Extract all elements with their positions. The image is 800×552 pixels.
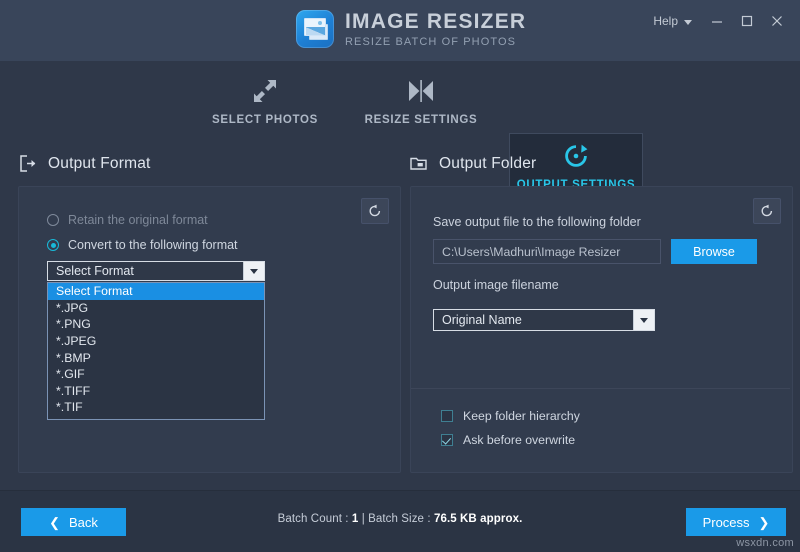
dropdown-item[interactable]: *.BMP (48, 349, 264, 366)
help-menu[interactable]: Help (643, 10, 702, 32)
dropdown-item[interactable]: *.TIFF (48, 383, 264, 400)
checkbox-ask-before-overwrite[interactable]: Ask before overwrite (441, 433, 575, 447)
checkbox-indicator (441, 434, 453, 446)
checkbox-keep-folder-hierarchy[interactable]: Keep folder hierarchy (441, 409, 580, 423)
output-filename-label: Output image filename (433, 278, 559, 292)
dropdown-item[interactable]: *.PNG (48, 316, 264, 333)
title-bar: IMAGE RESIZER RESIZE BATCH OF PHOTOS Hel… (0, 0, 800, 62)
format-dropdown-list[interactable]: Select Format *.JPG *.PNG *.JPEG *.BMP *… (47, 282, 265, 420)
ask-before-overwrite-label: Ask before overwrite (463, 433, 575, 447)
dropdown-item[interactable]: *.TIF (48, 399, 264, 416)
tab-select-photos[interactable]: SELECT PHOTOS (195, 69, 335, 136)
browse-button[interactable]: Browse (671, 239, 757, 264)
output-folder-title: Output Folder (439, 155, 536, 173)
output-folder-path-input[interactable]: C:\Users\Madhuri\Image Resizer (433, 239, 661, 264)
radio-convert-label: Convert to the following format (68, 238, 238, 252)
batch-separator: | (362, 513, 365, 525)
image-resizer-app-icon (296, 10, 334, 48)
reset-output-format-button[interactable] (361, 198, 389, 224)
export-icon (18, 154, 37, 173)
tab-resize-settings[interactable]: RESIZE SETTINGS (351, 69, 491, 136)
output-format-title: Output Format (48, 155, 151, 173)
batch-size-label: Batch Size : (368, 513, 431, 525)
watermark: wsxdn.com (736, 537, 794, 549)
panel-divider (411, 388, 790, 389)
tab-bar: SELECT PHOTOS RESIZE SETTINGS OUTPUT (0, 61, 800, 144)
tab-select-photos-label: SELECT PHOTOS (212, 114, 318, 126)
output-folder-panel: Save output file to the following folder… (410, 186, 793, 473)
window-controls: Help (643, 8, 792, 34)
reset-icon (760, 204, 774, 218)
keep-folder-hierarchy-label: Keep folder hierarchy (463, 409, 580, 423)
batch-status: Batch Count : 1 | Batch Size : 76.5 KB a… (0, 513, 800, 525)
tab-resize-settings-label: RESIZE SETTINGS (365, 114, 478, 126)
output-folder-header: Output Folder (409, 154, 536, 173)
reset-output-folder-button[interactable] (753, 198, 781, 224)
minimize-icon[interactable] (702, 8, 732, 34)
dropdown-item[interactable]: *.GIF (48, 366, 264, 383)
maximize-icon[interactable] (732, 8, 762, 34)
dropdown-item[interactable]: Select Format (48, 283, 264, 300)
help-label: Help (653, 14, 678, 28)
output-format-header: Output Format (18, 154, 151, 173)
format-select-combobox[interactable]: Select Format (47, 261, 265, 281)
batch-count-label: Batch Count : (278, 513, 349, 525)
dropdown-item[interactable]: *.JPEG (48, 333, 264, 350)
brand: IMAGE RESIZER RESIZE BATCH OF PHOTOS (296, 10, 526, 48)
checkbox-indicator (441, 410, 453, 422)
folder-icon (409, 154, 428, 173)
dropdown-item[interactable]: *.JPG (48, 300, 264, 317)
chevron-down-icon (684, 20, 692, 25)
output-format-panel: Retain the original format Convert to th… (18, 186, 401, 473)
expand-arrows-icon (252, 75, 278, 107)
reset-icon (368, 204, 382, 218)
image-resizer-window: IMAGE RESIZER RESIZE BATCH OF PHOTOS Hel… (0, 0, 800, 551)
chevron-down-icon[interactable] (633, 310, 654, 330)
radio-convert-to-format[interactable]: Convert to the following format (47, 238, 238, 252)
browse-label: Browse (693, 245, 735, 259)
format-select-value: Select Format (48, 264, 243, 278)
output-filename-combobox[interactable]: Original Name (433, 309, 655, 331)
radio-indicator (47, 214, 59, 226)
radio-retain-label: Retain the original format (68, 213, 208, 227)
refresh-circle-icon (563, 140, 589, 172)
app-subtitle: RESIZE BATCH OF PHOTOS (345, 37, 526, 48)
save-folder-label: Save output file to the following folder (433, 215, 641, 229)
resize-collapse-icon (407, 75, 435, 107)
app-title: IMAGE RESIZER (345, 11, 526, 32)
radio-retain-original-format[interactable]: Retain the original format (47, 213, 208, 227)
output-folder-path-value: C:\Users\Madhuri\Image Resizer (442, 245, 620, 259)
close-icon[interactable] (762, 8, 792, 34)
batch-count-value: 1 (352, 513, 359, 525)
output-filename-value: Original Name (434, 313, 633, 327)
chevron-down-icon[interactable] (243, 262, 264, 280)
batch-size-value: 76.5 KB approx. (434, 513, 522, 525)
radio-indicator (47, 239, 59, 251)
